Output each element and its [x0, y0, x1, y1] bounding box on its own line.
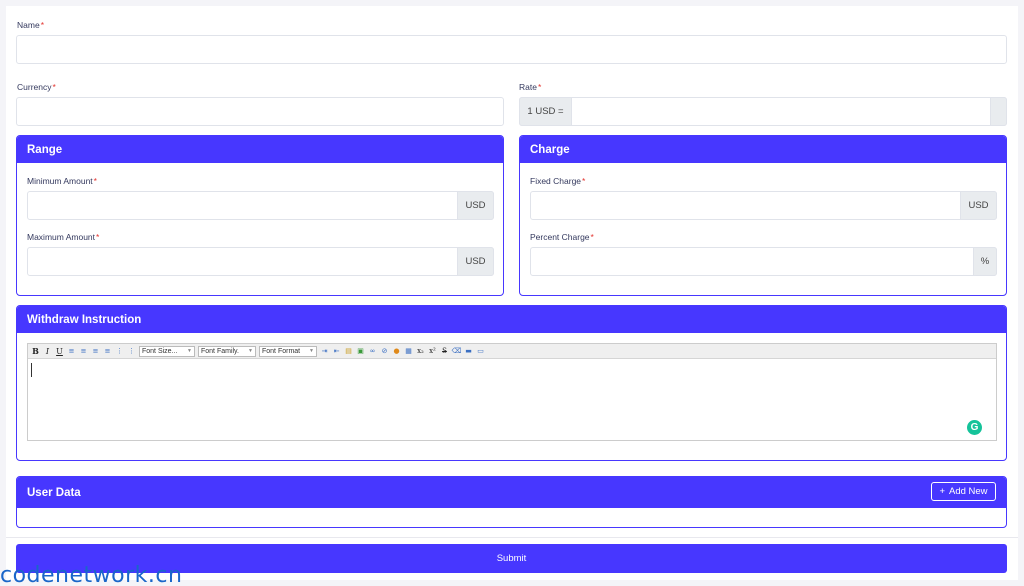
- range-title: Range: [17, 136, 503, 163]
- minimum-amount-label: Minimum Amount*: [27, 176, 97, 186]
- font-size-select[interactable]: Font Size... ▼: [139, 345, 195, 357]
- range-panel: Range Minimum Amount* USD Maximum Amount…: [16, 135, 504, 296]
- indent-icon[interactable]: ⇥: [319, 346, 330, 357]
- color-icon[interactable]: ●: [391, 346, 402, 357]
- name-input[interactable]: [16, 35, 1007, 64]
- rate-label: Rate*: [519, 82, 542, 92]
- strikethrough-icon[interactable]: S: [439, 346, 450, 357]
- form-card: Name* Currency* Rate* 1 USD = Range Mini…: [6, 6, 1018, 580]
- name-label: Name*: [17, 20, 44, 30]
- editor-toolbar: B I U ≡ ≡ ≡ ≡ ⋮ ⋮ Font Size... ▼ Font Fam…: [28, 344, 996, 359]
- percent-charge-label: Percent Charge*: [530, 232, 594, 242]
- percent-charge-input[interactable]: %: [530, 247, 997, 276]
- minimum-amount-input[interactable]: USD: [27, 191, 494, 220]
- minimum-amount-suffix: USD: [457, 191, 494, 220]
- user-data-panel: User Data + Add New: [16, 476, 1007, 528]
- outdent-icon[interactable]: ⇤: [331, 346, 342, 357]
- align-center-icon[interactable]: ≡: [78, 346, 89, 357]
- image-icon[interactable]: ▣: [355, 346, 366, 357]
- fixed-charge-suffix: USD: [960, 191, 997, 220]
- plus-icon: +: [939, 486, 945, 497]
- remove-format-icon[interactable]: ⌫: [451, 346, 462, 357]
- italic-button[interactable]: I: [42, 346, 53, 357]
- html-source-icon[interactable]: ▭: [475, 346, 486, 357]
- charge-title: Charge: [520, 136, 1006, 163]
- unlink-icon[interactable]: ⊘: [379, 346, 390, 357]
- maximum-amount-input[interactable]: USD: [27, 247, 494, 276]
- form-divider: [6, 537, 1018, 538]
- fixed-charge-label: Fixed Charge*: [530, 176, 586, 186]
- superscript-icon[interactable]: x²: [427, 346, 438, 357]
- align-justify-icon[interactable]: ≡: [102, 346, 113, 357]
- percent-charge-suffix: %: [973, 247, 997, 276]
- ordered-list-icon[interactable]: ⋮: [114, 346, 125, 357]
- add-new-button[interactable]: + Add New: [931, 482, 996, 501]
- subscript-icon[interactable]: x₂: [415, 346, 426, 357]
- font-family-select[interactable]: Font Family. ▼: [198, 345, 256, 357]
- fixed-charge-input[interactable]: USD: [530, 191, 997, 220]
- withdraw-instruction-panel: Withdraw Instruction B I U ≡ ≡ ≡ ≡ ⋮ ⋮ F…: [16, 305, 1007, 461]
- watermark: codenetwork.cn: [0, 563, 183, 586]
- add-new-label: Add New: [949, 486, 988, 497]
- rate-suffix: [990, 97, 1007, 126]
- rich-text-editor[interactable]: B I U ≡ ≡ ≡ ≡ ⋮ ⋮ Font Size... ▼ Font Fam…: [27, 343, 997, 441]
- horizontal-rule-icon[interactable]: ▬: [463, 346, 474, 357]
- user-data-title: User Data: [17, 477, 1006, 508]
- bold-button[interactable]: B: [30, 346, 41, 357]
- maximum-amount-suffix: USD: [457, 247, 494, 276]
- picture-icon[interactable]: ▦: [403, 346, 414, 357]
- align-right-icon[interactable]: ≡: [90, 346, 101, 357]
- withdraw-instruction-title: Withdraw Instruction: [17, 306, 1006, 333]
- currency-label: Currency*: [17, 82, 56, 92]
- link-icon[interactable]: ∞: [367, 346, 378, 357]
- align-left-icon[interactable]: ≡: [66, 346, 77, 357]
- font-format-select[interactable]: Font Format ▼: [259, 345, 317, 357]
- rate-prefix: 1 USD =: [519, 97, 572, 126]
- maximum-amount-label: Maximum Amount*: [27, 232, 100, 242]
- paste-icon[interactable]: ▤: [343, 346, 354, 357]
- currency-input[interactable]: [16, 97, 504, 126]
- unordered-list-icon[interactable]: ⋮: [126, 346, 137, 357]
- underline-button[interactable]: U: [54, 346, 65, 357]
- text-cursor: [31, 363, 32, 377]
- rate-input[interactable]: 1 USD =: [519, 97, 1007, 126]
- charge-panel: Charge Fixed Charge* USD Percent Charge*…: [519, 135, 1007, 296]
- grammarly-icon[interactable]: G: [967, 420, 982, 435]
